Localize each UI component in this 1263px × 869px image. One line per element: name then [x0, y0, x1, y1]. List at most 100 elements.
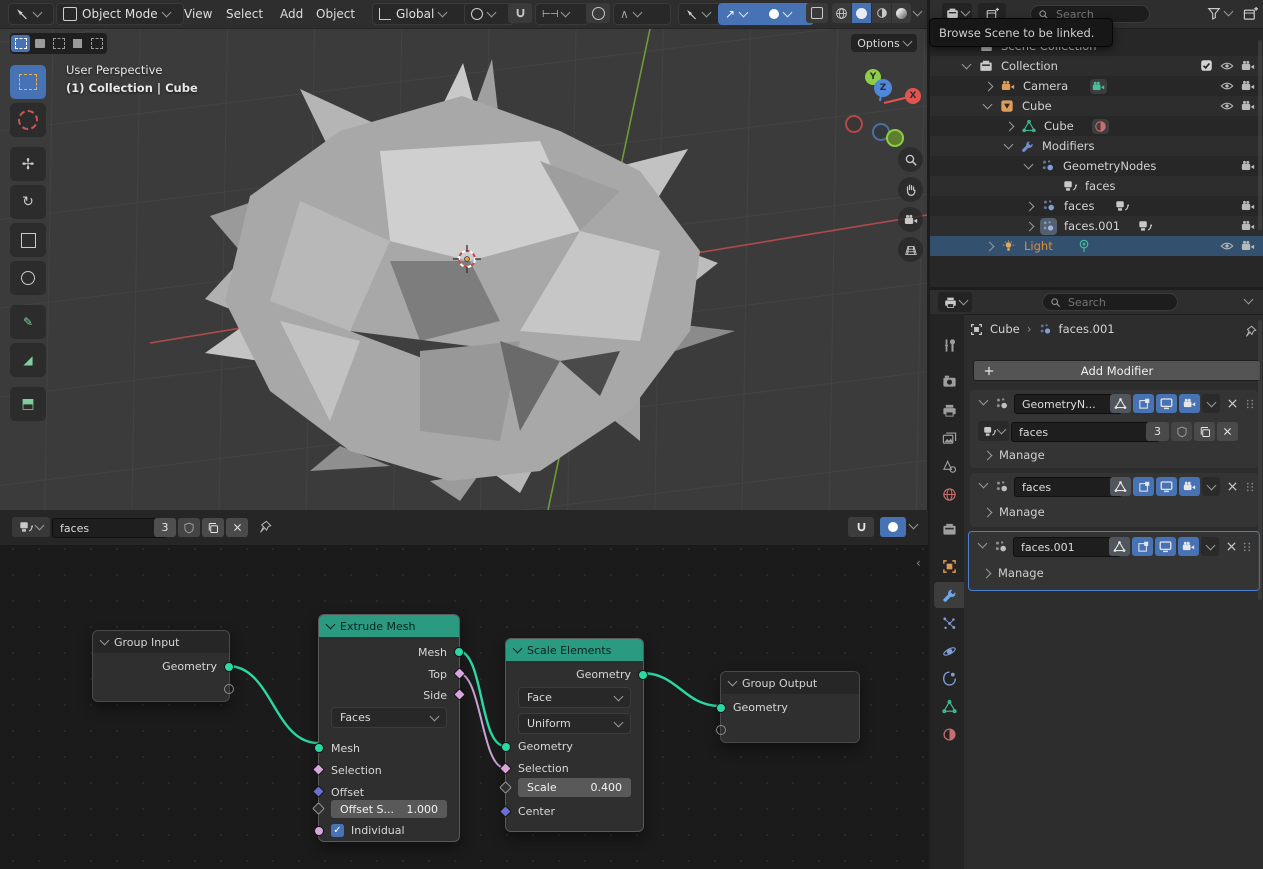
breadcrumb-object[interactable]: Cube [990, 322, 1020, 336]
outliner-row-faces-modifier[interactable]: faces [930, 196, 1263, 216]
tool-annotate-button[interactable]: ✎ [10, 305, 46, 339]
fake-user-button[interactable] [1171, 422, 1192, 441]
options-button[interactable]: Options [851, 34, 917, 52]
modifier-extras-dropdown[interactable] [1202, 477, 1220, 496]
render-toggle[interactable] [1179, 394, 1200, 413]
edit-mode-toggle[interactable] [1110, 477, 1131, 496]
zoom-button[interactable] [898, 147, 923, 172]
shading-rendered-button[interactable] [892, 3, 911, 23]
node-header[interactable]: Extrude Mesh [319, 615, 459, 637]
shading-wireframe-button[interactable] [832, 3, 851, 23]
proportional-falloff-dropdown[interactable]: ∧ [613, 3, 671, 25]
tab-collection[interactable] [934, 516, 964, 542]
tab-view-layer[interactable] [934, 425, 964, 451]
realtime-toggle[interactable] [1156, 394, 1177, 413]
node-group-input[interactable]: Group Input Geometry [92, 630, 234, 702]
modifier-panel-faces[interactable]: faces Manage [970, 473, 1258, 527]
tab-constraints[interactable] [934, 665, 964, 691]
mode-dropdown[interactable]: Object Mode [56, 3, 184, 25]
node-tree-browse-button[interactable] [978, 421, 1009, 441]
geometry-input-socket[interactable] [501, 742, 511, 752]
hide-eye-icon[interactable] [1220, 59, 1234, 73]
modifier-panel-faces001[interactable]: faces.001 Manage [968, 531, 1260, 591]
tool-move-button[interactable]: ✢ [10, 147, 46, 181]
hide-eye-icon[interactable] [1220, 239, 1234, 253]
transform-orientation-dropdown[interactable]: Global [372, 3, 472, 25]
outliner-row-cube-object[interactable]: Cube [930, 96, 1263, 116]
shading-dropdown-chevron[interactable] [912, 6, 923, 17]
drag-grip-icon[interactable] [1241, 541, 1253, 553]
outliner-row-camera[interactable]: Camera [930, 76, 1263, 96]
outliner-row-cube-mesh[interactable]: Cube [930, 116, 1263, 136]
snap-settings-dropdown[interactable]: ⊢⊣ [535, 3, 589, 25]
tool-add-cube-button[interactable]: ⬒ [10, 387, 46, 421]
virtual-output-socket[interactable] [224, 684, 234, 694]
geometry-output-socket[interactable] [224, 662, 234, 672]
tab-object[interactable] [934, 553, 964, 579]
close-icon[interactable] [1226, 397, 1239, 410]
tab-scene[interactable] [934, 453, 964, 479]
node-header[interactable]: Group Input [93, 631, 229, 653]
menu-add[interactable]: Add [276, 0, 307, 28]
node-header[interactable]: Group Output [721, 672, 859, 694]
select-mode-extend-button[interactable] [30, 35, 49, 52]
hide-eye-icon[interactable] [1220, 99, 1234, 113]
camera-view-button[interactable] [898, 207, 923, 232]
node-group-output[interactable]: Group Output Geometry [716, 671, 860, 743]
on-cage-toggle[interactable] [1132, 537, 1153, 556]
unlink-button[interactable] [1217, 422, 1238, 441]
tool-scale-button[interactable] [10, 223, 46, 257]
drag-grip-icon[interactable] [1244, 398, 1256, 410]
node-tree-name-field[interactable]: faces [1011, 422, 1160, 442]
expand-chevron[interactable] [977, 538, 988, 549]
domain-dropdown[interactable]: Face [518, 687, 631, 708]
edit-mode-toggle[interactable] [1109, 537, 1130, 556]
render-toggle[interactable] [1179, 477, 1200, 496]
manage-subpanel[interactable]: Manage [982, 448, 1045, 462]
tab-modifiers[interactable] [934, 582, 964, 608]
realtime-toggle[interactable] [1155, 537, 1176, 556]
node-header[interactable]: Scale Elements [506, 639, 643, 661]
properties-options-chevron[interactable] [1243, 294, 1254, 305]
outliner-scrollbar[interactable] [1258, 40, 1262, 230]
render-camera-icon[interactable] [1241, 159, 1255, 173]
outliner-row-light[interactable]: Light [930, 236, 1263, 256]
select-mode-intersect-button[interactable] [87, 35, 106, 52]
breadcrumb-data[interactable]: faces.001 [1059, 322, 1115, 336]
new-tree-button[interactable] [1194, 422, 1215, 441]
mesh-output-socket[interactable] [454, 647, 464, 657]
add-modifier-button[interactable]: Add Modifier [973, 360, 1261, 381]
users-count-button[interactable]: 3 [1146, 422, 1169, 441]
modifier-panel-geometrynodes[interactable]: GeometryN... faces 3 Manage [970, 390, 1258, 468]
individual-checkbox[interactable]: ✓ [331, 824, 344, 837]
on-cage-toggle[interactable] [1133, 394, 1154, 413]
modifier-extras-dropdown[interactable] [1202, 394, 1220, 413]
outliner-row-faces001-modifier[interactable]: faces.001 [930, 216, 1263, 236]
node-scale-elements[interactable]: Scale Elements Geometry Face Uniform Geo… [499, 638, 648, 832]
pan-button[interactable] [898, 177, 923, 202]
outliner-row-faces-tree[interactable]: faces [930, 176, 1263, 196]
editor-type-button[interactable] [8, 3, 54, 25]
exclude-checkbox[interactable] [1200, 59, 1213, 72]
snap-toggle-button[interactable] [508, 3, 532, 23]
menu-select[interactable]: Select [222, 0, 267, 28]
pin-icon[interactable] [1244, 325, 1257, 338]
drag-grip-icon[interactable] [1244, 481, 1256, 493]
manage-subpanel[interactable]: Manage [981, 566, 1044, 580]
render-camera-icon[interactable] [1241, 99, 1255, 113]
axis-x-ball[interactable]: X [905, 88, 921, 104]
outliner-row-modifiers[interactable]: Modifiers [930, 136, 1263, 156]
properties-search[interactable] [1042, 293, 1178, 311]
xray-toggle-button[interactable] [806, 3, 828, 23]
expand-chevron[interactable] [978, 478, 989, 489]
offset-scale-slider[interactable]: Offset S... 1.000 [331, 800, 447, 818]
tool-cursor-button[interactable] [10, 103, 46, 137]
menu-view[interactable]: View [180, 0, 216, 28]
modifier-name-field[interactable]: GeometryN... [1014, 394, 1122, 414]
geometry-node-editor[interactable]: faces 3 ‹ Group Input Geometry Extrude M… [0, 510, 928, 869]
axis-gizmo[interactable]: Y Z X [840, 67, 925, 147]
mesh-input-socket[interactable] [314, 743, 324, 753]
modifier-name-field[interactable]: faces [1014, 477, 1122, 497]
tab-particles[interactable] [934, 610, 964, 636]
shading-material-button[interactable] [872, 3, 891, 23]
